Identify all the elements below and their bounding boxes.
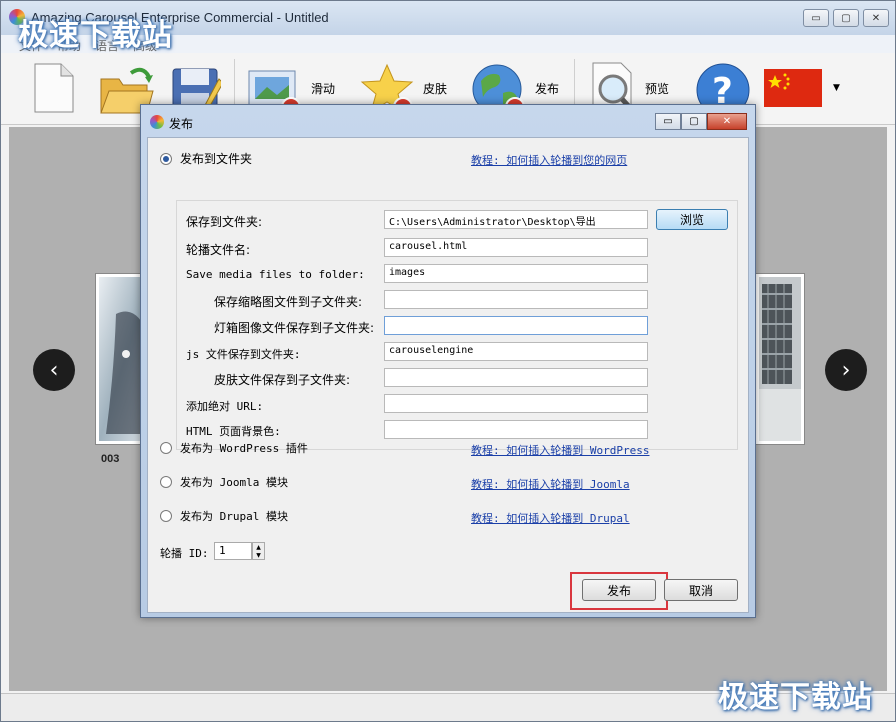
js-folder-label: js 文件保存到文件夹:: [186, 348, 301, 361]
save-folder-input[interactable]: C:\Users\Administrator\Desktop\导出: [384, 210, 648, 229]
dialog-minimize-button[interactable]: ▭: [655, 113, 681, 130]
dialog-maximize-button[interactable]: ▢: [681, 113, 707, 130]
skin-folder-input[interactable]: [384, 368, 648, 387]
publish-toolbar-label: 发布: [535, 81, 560, 96]
lightbox-folder-label: 灯箱图像文件保存到子文件夹:: [214, 321, 375, 335]
bg-color-label: HTML 页面背景色:: [186, 425, 281, 438]
radio-drupal[interactable]: [160, 510, 172, 522]
china-flag-icon: [764, 69, 822, 107]
tutorial-joomla-link[interactable]: 教程: 如何插入轮播到 Joomla: [471, 476, 630, 492]
filename-input[interactable]: carousel.html: [384, 238, 648, 257]
js-folder-input[interactable]: carouselengine: [384, 342, 648, 361]
publish-folder-option[interactable]: 发布到文件夹: [160, 150, 252, 167]
publish-drupal-option[interactable]: 发布为 Drupal 模块: [160, 508, 288, 524]
skin-label: 皮肤: [423, 81, 448, 96]
language-selector[interactable]: ▼: [763, 53, 840, 123]
lightbox-folder-input[interactable]: [384, 316, 648, 335]
carousel-slide-right: [755, 273, 805, 445]
cancel-button[interactable]: 取消: [664, 579, 738, 601]
media-folder-label: Save media files to folder:: [186, 268, 365, 281]
publish-wordpress-option[interactable]: 发布为 WordPress 插件: [160, 440, 308, 456]
maximize-button[interactable]: ▢: [833, 9, 859, 27]
stepper-up-icon[interactable]: ▲: [256, 544, 261, 551]
radio-folder[interactable]: [160, 152, 172, 165]
carousel-id-label: 轮播 ID:: [160, 547, 209, 560]
browse-button[interactable]: 浏览: [656, 209, 728, 230]
slide-label: 滑动: [311, 81, 336, 96]
tutorial-webpage-link[interactable]: 教程: 如何插入轮播到您的网页: [471, 152, 627, 168]
absolute-url-input[interactable]: [384, 394, 648, 413]
bg-color-input[interactable]: [384, 420, 648, 439]
chevron-left-icon: ‹: [49, 357, 59, 383]
tutorial-drupal-link[interactable]: 教程: 如何插入轮播到 Drupal: [471, 510, 630, 526]
dialog-body: 发布到文件夹 教程: 如何插入轮播到您的网页 保存到文件夹: C:\Users\…: [147, 137, 749, 613]
minimize-button[interactable]: ▭: [803, 9, 829, 27]
publish-wordpress-label: 发布为 WordPress 插件: [180, 442, 308, 455]
stepper-down-icon[interactable]: ▼: [256, 552, 261, 559]
publish-joomla-label: 发布为 Joomla 模块: [180, 476, 288, 489]
watermark-top: 极速下载站: [18, 18, 173, 53]
carousel-id-stepper[interactable]: ▲ ▼: [252, 542, 265, 560]
filename-label: 轮播文件名:: [186, 243, 251, 257]
thumbnail-folder-label: 保存缩略图文件到子文件夹:: [214, 295, 363, 309]
radio-joomla[interactable]: [160, 476, 172, 488]
close-button[interactable]: ✕: [863, 9, 889, 27]
new-button[interactable]: [31, 53, 77, 123]
publish-joomla-option[interactable]: 发布为 Joomla 模块: [160, 474, 288, 490]
new-document-icon: [34, 63, 74, 113]
building-photo-image: [759, 277, 801, 441]
chevron-right-icon: ›: [841, 357, 851, 383]
app-logo-icon: [150, 115, 164, 129]
dialog-title-bar: 发布 ▭ ▢ ✕: [141, 105, 755, 137]
absolute-url-label: 添加绝对 URL:: [186, 400, 264, 413]
carousel-id-input[interactable]: 1: [214, 542, 252, 560]
preview-label: 预览: [645, 81, 670, 96]
publish-dialog: 发布 ▭ ▢ ✕ 发布到文件夹 教程: 如何插入轮播到您的网页 保存到文件夹: …: [140, 104, 756, 618]
radio-wordpress[interactable]: [160, 442, 172, 454]
chevron-down-icon[interactable]: ▼: [833, 83, 840, 93]
watermark-bottom: 极速下载站: [718, 680, 873, 715]
publish-drupal-label: 发布为 Drupal 模块: [180, 510, 288, 523]
publish-button[interactable]: 发布: [582, 579, 656, 601]
publish-folder-label: 发布到文件夹: [180, 152, 253, 166]
skin-folder-label: 皮肤文件保存到子文件夹:: [214, 373, 351, 387]
dialog-title: 发布: [169, 117, 194, 131]
carousel-prev-button[interactable]: ‹: [33, 349, 75, 391]
carousel-next-button[interactable]: ›: [825, 349, 867, 391]
dialog-close-button[interactable]: ✕: [707, 113, 747, 130]
tutorial-wordpress-link[interactable]: 教程: 如何插入轮播到 WordPress: [471, 442, 649, 458]
slide-number: 003: [101, 453, 120, 465]
media-folder-input[interactable]: images: [384, 264, 648, 283]
save-folder-label: 保存到文件夹:: [186, 215, 263, 229]
thumbnail-folder-input[interactable]: [384, 290, 648, 309]
folder-settings-panel: 保存到文件夹: C:\Users\Administrator\Desktop\导…: [176, 200, 738, 450]
